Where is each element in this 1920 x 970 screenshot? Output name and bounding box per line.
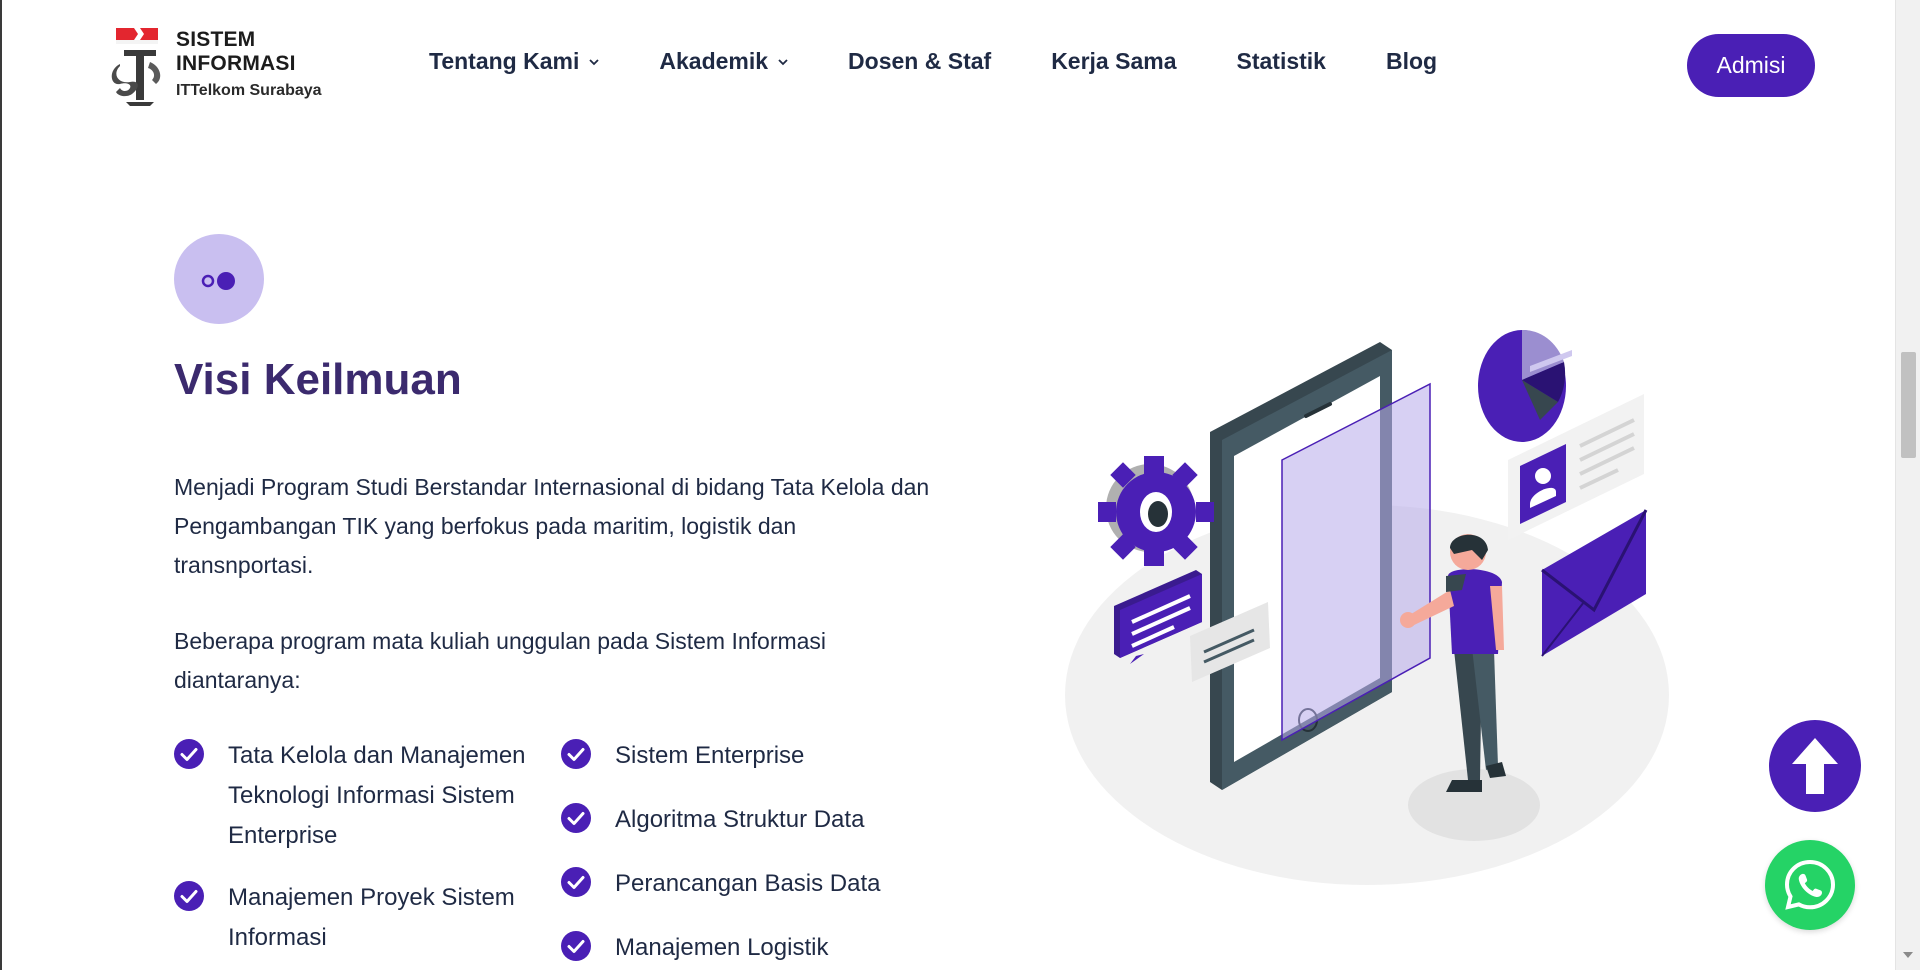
nav-item-tentang-kami[interactable]: Tentang Kami <box>429 48 600 75</box>
list-item: Sistem Enterprise <box>561 736 941 776</box>
chevron-down-icon <box>778 58 788 65</box>
nav-item-label: Akademik <box>659 48 769 74</box>
course-list-right: Sistem Enterprise Algoritma Struktur Dat… <box>561 736 941 968</box>
nav-item-label: Kerja Sama <box>1051 48 1177 74</box>
list-item-label: Manajemen Logistik <box>615 934 829 961</box>
scrollbar-thumb[interactable] <box>1901 352 1916 458</box>
section-title: Visi Keilmuan <box>174 355 462 404</box>
list-item-label: Manajemen Proyek Sistem Informasi <box>228 884 515 951</box>
page: SISTEM INFORMASI ITTelkom Surabaya Tenta… <box>0 0 1895 970</box>
whatsapp-button[interactable] <box>1765 840 1855 930</box>
check-circle-icon <box>561 867 591 897</box>
nav-item-kerja-sama[interactable]: Kerja Sama <box>1051 48 1176 75</box>
arrow-up-icon <box>1792 738 1838 794</box>
nav-item-label: Dosen & Staf <box>848 48 992 74</box>
section-badge <box>174 234 264 324</box>
list-item-label: Tata Kelola dan Manajemen Teknologi Info… <box>228 742 526 849</box>
nav-item-statistik[interactable]: Statistik <box>1237 48 1326 75</box>
logo-emblem-icon <box>110 22 172 106</box>
admisi-button[interactable]: Admisi <box>1687 34 1815 97</box>
nav-item-label: Blog <box>1385 48 1438 74</box>
nav-item-akademik[interactable]: Akademik <box>659 48 788 75</box>
list-item-label: Algoritma Struktur Data <box>615 806 865 833</box>
list-item: Algoritma Struktur Data <box>561 800 941 840</box>
logo-title-line2: INFORMASI <box>176 52 296 75</box>
logo-title-line1: SISTEM <box>176 28 256 51</box>
logo-subtitle: ITTelkom Surabaya <box>176 82 322 99</box>
scroll-to-top-button[interactable] <box>1769 720 1861 812</box>
nav-item-label: Statistik <box>1236 48 1326 74</box>
scroll-down-arrow-icon[interactable] <box>1903 952 1913 958</box>
list-item: Perancangan Basis Data <box>561 864 941 904</box>
check-circle-icon <box>174 881 204 911</box>
check-circle-icon <box>174 739 204 769</box>
site-header: SISTEM INFORMASI ITTelkom Surabaya Tenta… <box>2 0 1897 130</box>
check-circle-icon <box>561 739 591 769</box>
edge-mark <box>2 235 4 265</box>
site-logo[interactable]: SISTEM INFORMASI ITTelkom Surabaya <box>110 22 340 106</box>
nav-item-label: Tentang Kami <box>429 48 580 74</box>
whatsapp-icon <box>1784 859 1836 910</box>
courses-intro-paragraph: Beberapa program mata kuliah unggulan pa… <box>174 628 827 693</box>
nav-item-dosen-staf[interactable]: Dosen & Staf <box>848 48 991 75</box>
nav-item-blog[interactable]: Blog <box>1386 48 1437 75</box>
list-item: Tata Kelola dan Manajemen Teknologi Info… <box>174 736 544 856</box>
two-dots-icon <box>201 272 235 290</box>
course-list-left: Tata Kelola dan Manajemen Teknologi Info… <box>174 736 544 958</box>
list-item-label: Perancangan Basis Data <box>615 870 881 897</box>
page-scrollbar[interactable] <box>1895 0 1920 970</box>
check-circle-icon <box>561 803 591 833</box>
list-item: Manajemen Logistik <box>561 928 941 968</box>
check-circle-icon <box>561 931 591 961</box>
list-item: Manajemen Proyek Sistem Informasi <box>174 878 544 958</box>
list-item-label: Sistem Enterprise <box>615 742 805 769</box>
vision-paragraph: Menjadi Program Studi Berstandar Interna… <box>174 474 930 578</box>
main-nav: Tentang Kami Akademik Dosen & Staf Kerja… <box>429 48 1437 75</box>
mobile-app-illustration <box>1062 320 1672 900</box>
chevron-down-icon <box>589 58 600 65</box>
